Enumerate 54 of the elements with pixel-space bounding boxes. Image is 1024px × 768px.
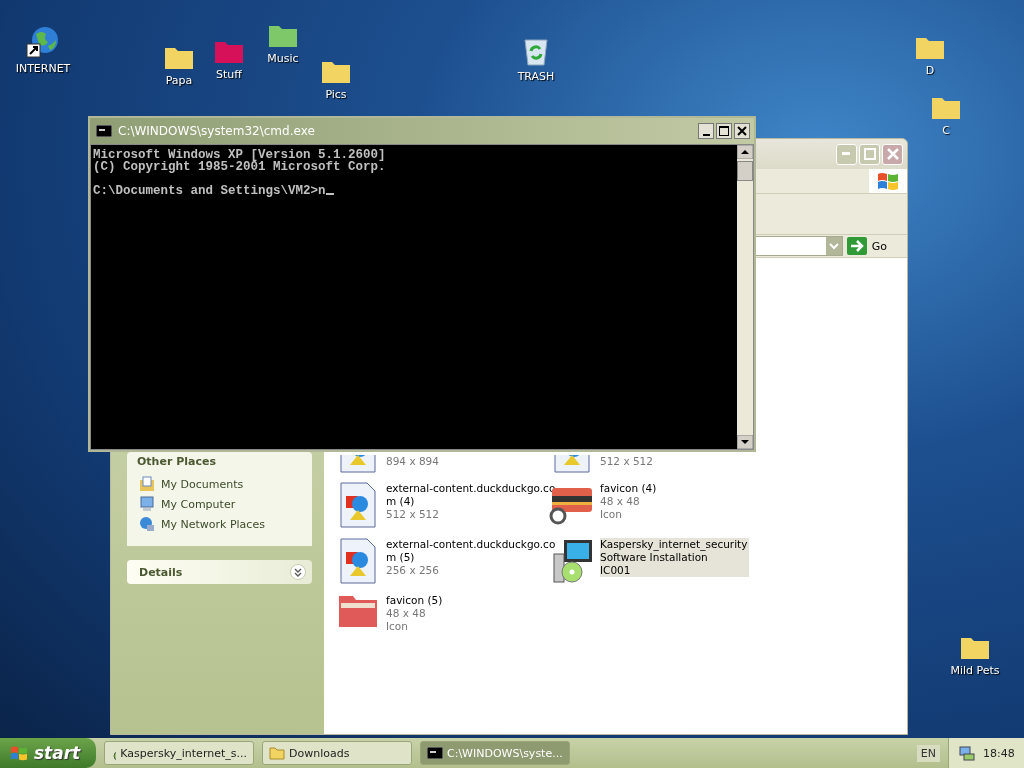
place-link[interactable]: My Computer: [161, 497, 236, 511]
place-link[interactable]: My Documents: [161, 477, 244, 491]
close-icon: [737, 126, 747, 136]
file-caption[interactable]: 512 x 512: [600, 455, 655, 468]
start-button[interactable]: start: [0, 738, 96, 768]
window-title: C:\WINDOWS\system32\cmd.exe: [118, 124, 316, 138]
panel-title[interactable]: Details: [139, 565, 183, 579]
file-caption[interactable]: Kaspersky_internet_security Software Installation IC001: [600, 538, 750, 577]
desktop-icon-label[interactable]: C: [942, 124, 950, 137]
windows-logo-icon: [869, 169, 907, 193]
place-link[interactable]: My Network Places: [161, 517, 265, 531]
documents-icon: [139, 476, 155, 492]
file-caption[interactable]: favicon (4) 48 x 48 Icon: [600, 482, 659, 521]
close-button[interactable]: [734, 123, 750, 139]
language-indicator[interactable]: EN: [916, 744, 940, 762]
console-icon: [427, 747, 443, 759]
file-caption[interactable]: external-content.duckduckgo.co m (4) 512 x 512: [386, 482, 558, 521]
arrow-icon: [846, 237, 867, 255]
console-output[interactable]: Microsoft Windows XP [Version 5.1.2600] (C) Copyright 1985-2001 Microsoft Corp. C:\Documents and Settings\VM2>n: [91, 145, 737, 449]
desktop-icon-label[interactable]: Music: [267, 52, 299, 65]
desktop-icon-label[interactable]: Mild Pets: [950, 664, 1000, 677]
desktop-icon-label[interactable]: Pics: [325, 88, 347, 101]
console-icon: [96, 125, 112, 137]
clock: 18:48: [983, 746, 1015, 760]
expand-icon[interactable]: [290, 564, 306, 580]
network-icon: [139, 516, 155, 532]
scrollbar[interactable]: [737, 145, 753, 449]
minimize-icon: [841, 152, 852, 156]
desktop-icon-label[interactable]: D: [925, 64, 935, 77]
scroll-up-icon[interactable]: [737, 145, 753, 159]
file-caption[interactable]: favicon (5) 48 x 48 Icon: [386, 594, 445, 633]
desktop-icon-label[interactable]: INTERNET: [15, 62, 71, 75]
maximize-icon: [719, 126, 729, 136]
folder-icon: [269, 746, 285, 760]
taskbar-button[interactable]: Kaspersky_internet_s...: [104, 741, 254, 765]
file-caption[interactable]: external-content.duckduckgo.co m (5) 256 x 256: [386, 538, 558, 577]
maximize-icon: [863, 148, 876, 160]
go-button[interactable]: Go: [846, 237, 887, 255]
file-caption[interactable]: 894 x 894: [386, 455, 441, 468]
maximize-button[interactable]: [716, 123, 732, 139]
computer-icon: [139, 496, 155, 512]
minimize-button[interactable]: [698, 123, 714, 139]
network-tray-icon[interactable]: [959, 745, 975, 761]
close-icon: [886, 148, 899, 160]
scroll-down-icon[interactable]: [737, 435, 753, 449]
panel-title[interactable]: Other Places: [137, 454, 216, 468]
desktop-icon-label[interactable]: Papa: [165, 74, 193, 87]
taskbar-button[interactable]: Downloads: [262, 741, 412, 765]
desktop-icon-label[interactable]: TRASH: [517, 70, 555, 83]
scroll-thumb[interactable]: [737, 161, 753, 181]
windows-logo-icon: [10, 745, 28, 761]
globe-shortcut-icon[interactable]: [26, 26, 60, 58]
minimize-icon: [702, 134, 710, 136]
desktop-icon-label[interactable]: Stuff: [216, 68, 242, 81]
